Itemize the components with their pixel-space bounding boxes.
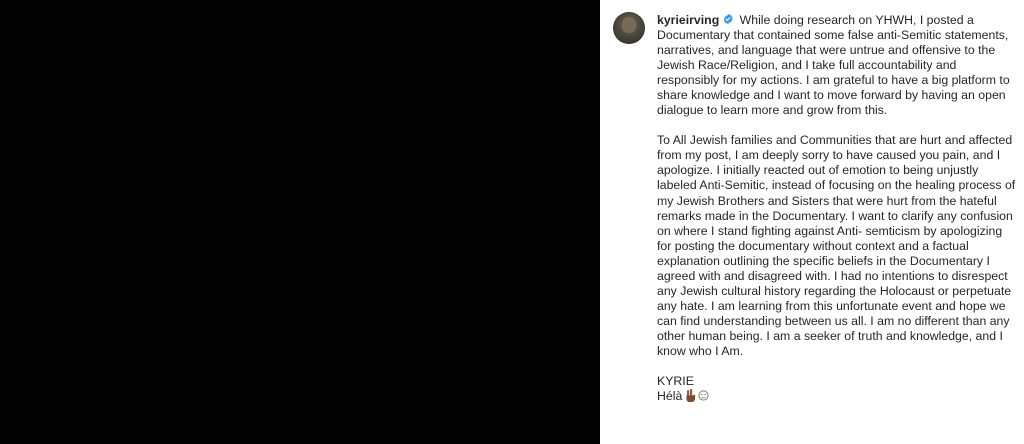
signature-line: Hélà: [657, 389, 1017, 404]
verified-badge-icon: [723, 13, 733, 25]
caption-paragraph-1: kyrieirving While doing research on YHWH…: [657, 13, 1017, 118]
caption-paragraph-2: To All Jewish families and Communities t…: [657, 133, 1016, 358]
post-caption: kyrieirving While doing research on YHWH…: [657, 13, 1017, 404]
avatar[interactable]: [613, 12, 645, 44]
signature-text: Hélà: [657, 389, 683, 404]
face-icon: [698, 390, 709, 401]
signature-name: KYRIE: [657, 374, 694, 389]
username-link[interactable]: kyrieirving: [657, 13, 719, 27]
post-media: [0, 0, 600, 444]
hand-gesture-icon: [686, 389, 696, 403]
caption-text-1: While doing research on YHWH, I posted a…: [657, 13, 1010, 118]
